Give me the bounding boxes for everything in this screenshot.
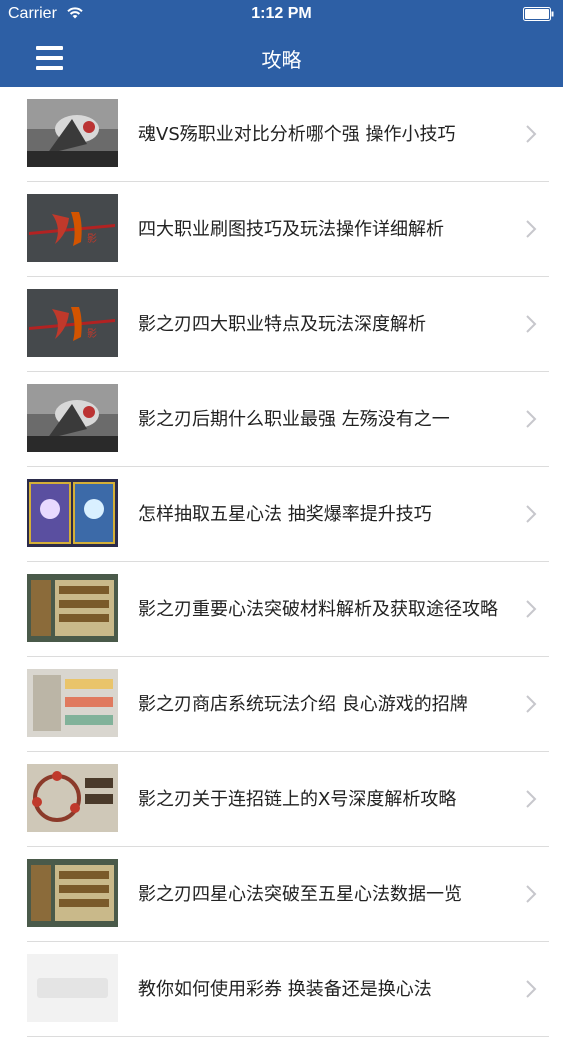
status-bar: Carrier 1:12 PM <box>0 0 563 30</box>
list-item[interactable]: 魂VS殇职业对比分析哪个强 操作小技巧 <box>0 87 563 182</box>
list-item[interactable]: 影 影之刃四大职业特点及玩法深度解析 <box>0 277 563 372</box>
article-title: 怎样抽取五星心法 抽奖爆率提升技巧 <box>138 504 432 525</box>
article-thumbnail <box>27 384 118 452</box>
article-thumbnail <box>27 669 118 737</box>
list-item[interactable]: 怎样抽取五星心法 抽奖爆率提升技巧 <box>0 467 563 562</box>
list-item[interactable]: 影之刃商店系统玩法介绍 良心游戏的招牌 <box>0 657 563 752</box>
chevron-right-icon <box>526 790 537 808</box>
chevron-right-icon <box>526 410 537 428</box>
battery-icon <box>523 7 554 21</box>
article-thumbnail: 影 <box>27 289 118 357</box>
article-list: 魂VS殇职业对比分析哪个强 操作小技巧影四大职业刷图技巧及玩法操作详细解析影影之… <box>0 87 563 1037</box>
chevron-right-icon <box>526 885 537 903</box>
article-title: 影之刃四星心法突破至五星心法数据一览 <box>138 884 462 905</box>
article-thumbnail <box>27 954 118 1022</box>
article-title: 影之刃后期什么职业最强 左殇没有之一 <box>138 409 450 430</box>
article-title: 四大职业刷图技巧及玩法操作详细解析 <box>138 219 444 240</box>
page-title: 攻略 <box>261 48 302 72</box>
svg-text:影: 影 <box>87 233 97 245</box>
article-thumbnail <box>27 479 118 547</box>
article-thumbnail <box>27 574 118 642</box>
chevron-right-icon <box>526 125 537 143</box>
article-thumbnail <box>27 764 118 832</box>
chevron-right-icon <box>526 695 537 713</box>
svg-text:影: 影 <box>87 328 97 340</box>
chevron-right-icon <box>526 980 537 998</box>
navigation-bar: 攻略 <box>0 30 563 87</box>
chevron-right-icon <box>526 315 537 333</box>
article-title: 影之刃重要心法突破材料解析及获取途径攻略 <box>138 599 498 620</box>
article-title: 影之刃商店系统玩法介绍 良心游戏的招牌 <box>138 694 468 715</box>
list-item[interactable]: 影之刃四星心法突破至五星心法数据一览 <box>0 847 563 942</box>
chevron-right-icon <box>526 220 537 238</box>
app-header: Carrier 1:12 PM 攻略 <box>0 0 563 87</box>
article-title: 影之刃四大职业特点及玩法深度解析 <box>138 314 426 335</box>
article-title: 影之刃关于连招链上的X号深度解析攻略 <box>138 789 457 810</box>
chevron-right-icon <box>526 600 537 618</box>
list-item[interactable]: 影 四大职业刷图技巧及玩法操作详细解析 <box>0 182 563 277</box>
article-thumbnail <box>27 99 118 167</box>
list-item[interactable]: 影之刃后期什么职业最强 左殇没有之一 <box>0 372 563 467</box>
list-item[interactable]: 影之刃关于连招链上的X号深度解析攻略 <box>0 752 563 847</box>
list-item[interactable]: 影之刃重要心法突破材料解析及获取途径攻略 <box>0 562 563 657</box>
chevron-right-icon <box>526 505 537 523</box>
article-thumbnail: 影 <box>27 194 118 262</box>
status-time: 1:12 PM <box>251 5 312 22</box>
article-title: 魂VS殇职业对比分析哪个强 操作小技巧 <box>138 124 456 145</box>
article-thumbnail <box>27 859 118 927</box>
article-title: 教你如何使用彩券 换装备还是换心法 <box>138 979 432 1000</box>
list-item[interactable]: 教你如何使用彩券 换装备还是换心法 <box>0 942 563 1037</box>
